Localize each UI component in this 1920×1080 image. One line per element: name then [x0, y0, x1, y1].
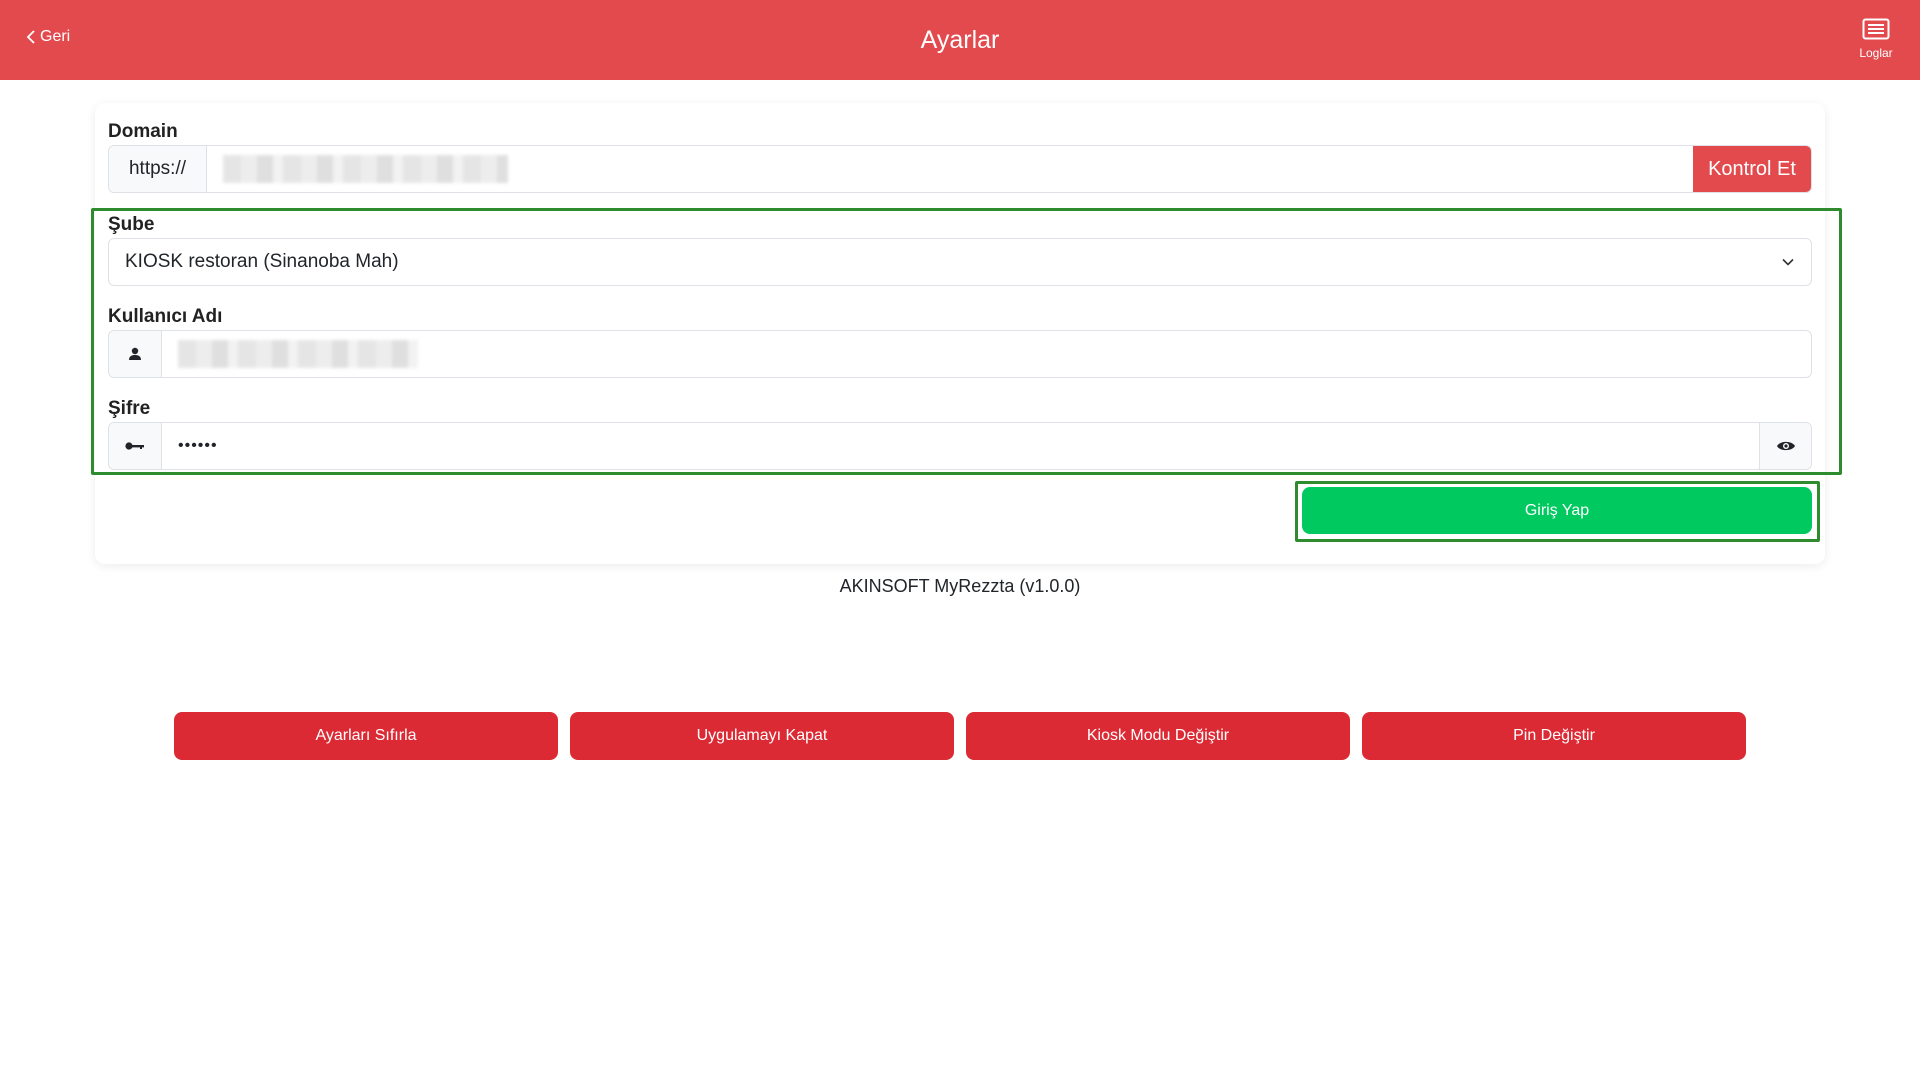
user-icon	[109, 331, 162, 377]
logs-label: Loglar	[1859, 46, 1893, 60]
redacted-domain	[223, 155, 508, 183]
redacted-username	[178, 340, 418, 368]
login-button[interactable]: Giriş Yap	[1302, 487, 1812, 534]
toggle-password-button[interactable]	[1759, 423, 1811, 469]
version-text: AKINSOFT MyRezzta (v1.0.0)	[839, 576, 1081, 596]
branch-label: Şube	[108, 214, 155, 235]
domain-prefix: https://	[109, 146, 207, 192]
username-input[interactable]	[162, 331, 1811, 377]
domain-field: https:// Kontrol Et	[108, 145, 1812, 193]
page-title: Ayarlar	[920, 26, 1000, 54]
app-header: Geri Ayarlar Loglar	[0, 0, 1920, 80]
check-domain-button[interactable]: Kontrol Et	[1693, 146, 1811, 192]
domain-input[interactable]	[207, 146, 1693, 192]
domain-label: Domain	[108, 121, 178, 142]
username-field	[108, 330, 1812, 378]
logs-button[interactable]: Loglar	[1856, 18, 1896, 60]
username-label: Kullanıcı Adı	[108, 306, 223, 327]
password-input[interactable]: ••••••	[162, 423, 1759, 469]
logs-icon	[1862, 18, 1890, 40]
chevron-down-icon	[1782, 258, 1794, 266]
eye-icon	[1776, 441, 1795, 451]
reset-settings-button[interactable]: Ayarları Sıfırla	[174, 712, 558, 760]
key-icon	[109, 423, 162, 469]
branch-select[interactable]: KIOSK restoran (Sinanoba Mah)	[108, 238, 1812, 286]
close-app-button[interactable]: Uygulamayı Kapat	[570, 712, 954, 760]
change-pin-button[interactable]: Pin Değiştir	[1362, 712, 1746, 760]
password-field: ••••••	[108, 422, 1812, 470]
change-kiosk-mode-button[interactable]: Kiosk Modu Değiştir	[966, 712, 1350, 760]
branch-selected-value: KIOSK restoran (Sinanoba Mah)	[125, 251, 399, 272]
password-label: Şifre	[108, 398, 151, 419]
